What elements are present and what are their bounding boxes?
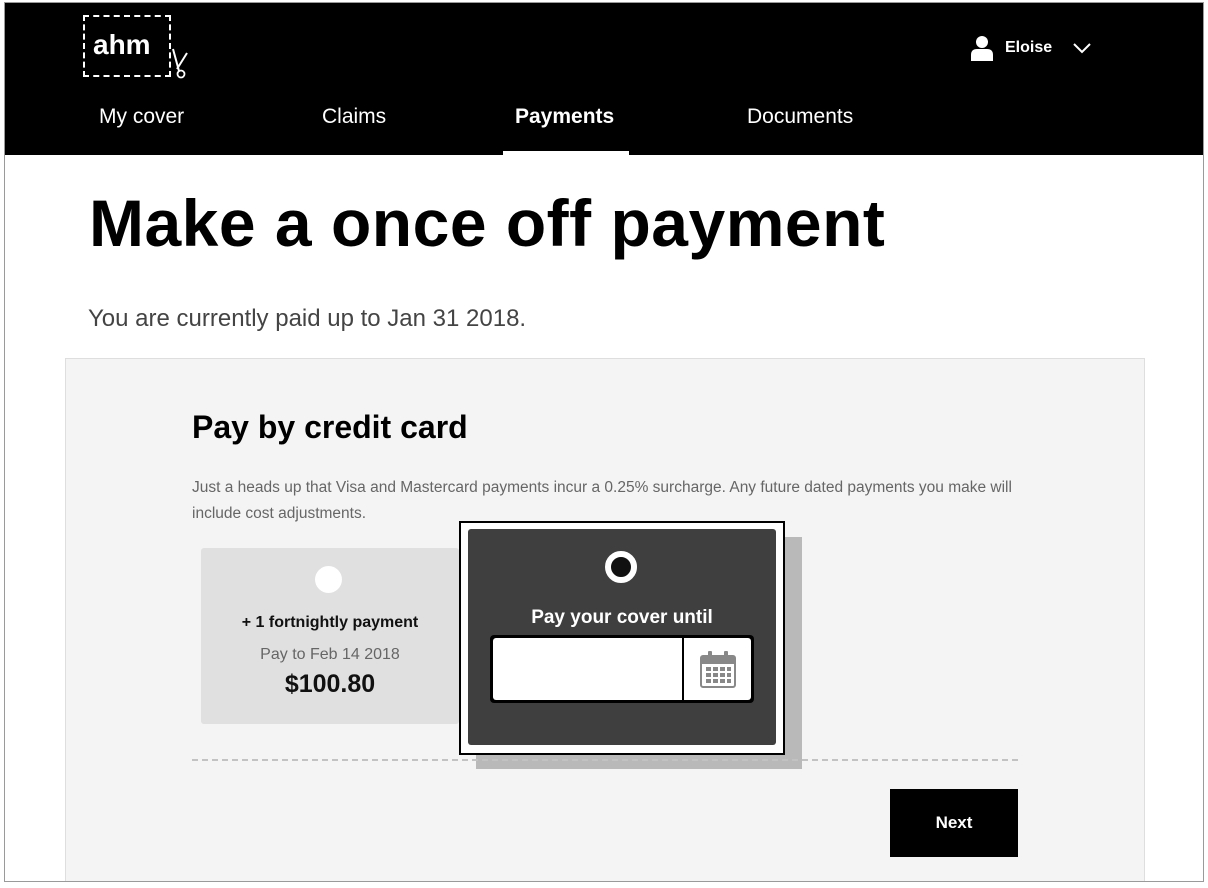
next-button[interactable]: Next (890, 789, 1018, 857)
calendar-button[interactable] (684, 638, 751, 700)
paid-status-text: You are currently paid up to Jan 31 2018… (88, 305, 527, 332)
page-title: Make a once off payment (89, 186, 886, 260)
section-title: Pay by credit card (192, 409, 468, 445)
radio-unselected[interactable] (315, 566, 342, 593)
ahm-logo[interactable]: ahm (83, 15, 188, 81)
nav-my-cover[interactable]: My cover (99, 105, 184, 155)
date-input[interactable] (493, 638, 682, 700)
surcharge-note: Just a heads up that Visa and Mastercard… (192, 479, 1012, 522)
nav-payments[interactable]: Payments (515, 105, 614, 155)
chevron-down-icon[interactable] (1072, 41, 1092, 55)
date-picker (490, 635, 754, 703)
scissors-icon (172, 48, 188, 79)
calendar-icon (699, 651, 736, 688)
user-name: Eloise (1005, 39, 1053, 56)
nav-claims[interactable]: Claims (322, 105, 386, 155)
option-fortnightly[interactable]: + 1 fortnightly payment Pay to Feb 14 20… (201, 548, 459, 724)
option-title: + 1 fortnightly payment (241, 614, 419, 631)
logo-text: ahm (93, 29, 151, 60)
radio-selected[interactable] (605, 551, 637, 583)
user-icon (971, 36, 993, 61)
dashed-divider (192, 759, 1018, 761)
payment-panel: Pay by credit card Just a heads up that … (65, 358, 1145, 881)
nav-documents[interactable]: Documents (747, 105, 853, 155)
option-amount: $100.80 (284, 670, 376, 698)
app-window: ahm Eloise My cover Claims Payments Docu… (4, 2, 1204, 882)
option-pay-until[interactable]: Pay your cover until (468, 529, 776, 745)
option-subtitle: Pay to Feb 14 2018 (260, 646, 400, 663)
site-header: ahm Eloise My cover Claims Payments Docu… (5, 3, 1203, 155)
main-nav: My cover Claims Payments Documents (5, 99, 1203, 155)
active-tab-indicator (503, 151, 629, 155)
user-menu[interactable]: Eloise (971, 33, 1092, 63)
option-title: Pay your cover until (531, 607, 713, 628)
